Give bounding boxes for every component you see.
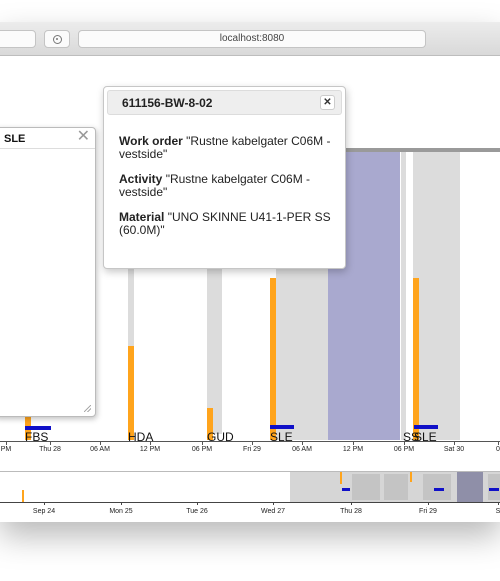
popup-body: Work order "Rustne kabelgater C06M - ves… <box>119 135 334 249</box>
overview-axis-tick <box>351 502 352 505</box>
overview-activity[interactable] <box>340 472 342 484</box>
axis-tick <box>252 441 253 445</box>
axis-tick <box>150 441 151 445</box>
overview-band[interactable] <box>352 474 380 500</box>
overview-axis-tick <box>273 502 274 505</box>
overview-axis-label: Sep 24 <box>32 508 56 515</box>
site-info-button[interactable] <box>44 30 70 48</box>
axis-tick <box>50 441 51 445</box>
resize-handle-icon[interactable] <box>84 405 91 412</box>
overview-axis-tick <box>121 502 122 505</box>
nav-buttons[interactable] <box>0 30 36 48</box>
time-axis <box>0 441 500 442</box>
overview-axis-tick <box>498 502 499 505</box>
popup-row-work-order: Work order "Rustne kabelgater C06M - ves… <box>119 135 334 161</box>
page-content: FBS HDA GUD SLE SS SLE PM Thu 28 06 AM 12 PM 06 PM… <box>0 56 500 522</box>
schedule-band[interactable] <box>401 152 406 440</box>
location-side-panel[interactable]: SLE ✕ <box>0 127 96 417</box>
overview-activity[interactable] <box>410 472 412 482</box>
marker-tick[interactable] <box>414 425 438 429</box>
overview-selected[interactable] <box>457 472 483 502</box>
axis-tick <box>454 441 455 445</box>
axis-tick-label: Thu 28 <box>39 446 61 453</box>
axis-tick <box>202 441 203 445</box>
overview-band[interactable] <box>423 474 451 500</box>
popup-header: 611156-BW-8-02 ✕ <box>107 90 342 115</box>
popup-row-material: Material "UNO SKINNE U41-1-PER SS (60.0M… <box>119 211 334 237</box>
popup-close-button[interactable]: ✕ <box>320 95 335 110</box>
axis-tick <box>404 441 405 445</box>
popup-row-label: Material <box>119 210 165 224</box>
overview-axis <box>0 502 500 503</box>
activity-bar[interactable] <box>128 346 134 440</box>
overview-axis-tick <box>197 502 198 505</box>
overview-axis-label: Mon 25 <box>109 508 133 515</box>
axis-tick <box>353 441 354 445</box>
overview-axis-label: Thu 28 <box>340 508 362 515</box>
axis-tick-label: Fri 29 <box>243 446 261 453</box>
axis-tick-label: Sat 30 <box>443 446 465 453</box>
address-bar[interactable]: localhost:8080 <box>78 30 426 48</box>
overview-band[interactable] <box>488 474 500 500</box>
popup-row-label: Work order <box>119 134 183 148</box>
overview-band[interactable] <box>384 474 408 500</box>
side-panel-title: SLE <box>4 133 26 145</box>
browser-toolbar: localhost:8080 <box>0 22 500 56</box>
popup-row-activity: Activity "Rustne kabelgater C06M - vests… <box>119 173 334 199</box>
overview-axis-label: Fri 29 <box>419 508 437 515</box>
work-order-popup: 611156-BW-8-02 ✕ Work order "Rustne kabe… <box>103 86 346 269</box>
overview-axis-label: Wed 27 <box>261 508 285 515</box>
overview-axis-label: S <box>495 508 500 515</box>
axis-tick-label: 06 AM <box>90 446 110 453</box>
axis-tick-label: 06 PM <box>393 446 415 453</box>
axis-tick-label: PM <box>0 446 12 453</box>
overview-marker[interactable] <box>489 488 499 491</box>
marker-tick[interactable] <box>270 425 294 429</box>
axis-tick-label: 06 AM <box>292 446 312 453</box>
axis-tick-label: 12 PM <box>139 446 161 453</box>
overview-activity[interactable] <box>22 490 24 502</box>
overview-marker[interactable] <box>342 488 350 491</box>
axis-tick <box>498 441 499 445</box>
overview-axis-tick <box>44 502 45 505</box>
overview-axis-tick <box>428 502 429 505</box>
schedule-band[interactable] <box>413 152 460 440</box>
overview-top-line <box>0 471 500 472</box>
side-panel-divider <box>0 148 95 149</box>
axis-tick-label: 06 PM <box>191 446 213 453</box>
overview-axis-label: Tue 26 <box>186 508 208 515</box>
overview-marker[interactable] <box>434 488 444 491</box>
close-icon[interactable]: ✕ <box>77 129 90 145</box>
axis-tick-label: 0 <box>496 446 500 453</box>
popup-title: 611156-BW-8-02 <box>122 96 213 110</box>
browser-window: localhost:8080 FBS HDA GUD SLE SS SLE PM Thu 28… <box>0 22 500 522</box>
axis-tick <box>6 441 7 445</box>
info-icon <box>52 34 62 44</box>
popup-row-label: Activity <box>119 172 163 186</box>
axis-tick <box>100 441 101 445</box>
activity-bar[interactable] <box>270 278 276 440</box>
axis-tick-label: 12 PM <box>342 446 364 453</box>
axis-tick <box>302 441 303 445</box>
activity-bar[interactable] <box>413 278 419 440</box>
